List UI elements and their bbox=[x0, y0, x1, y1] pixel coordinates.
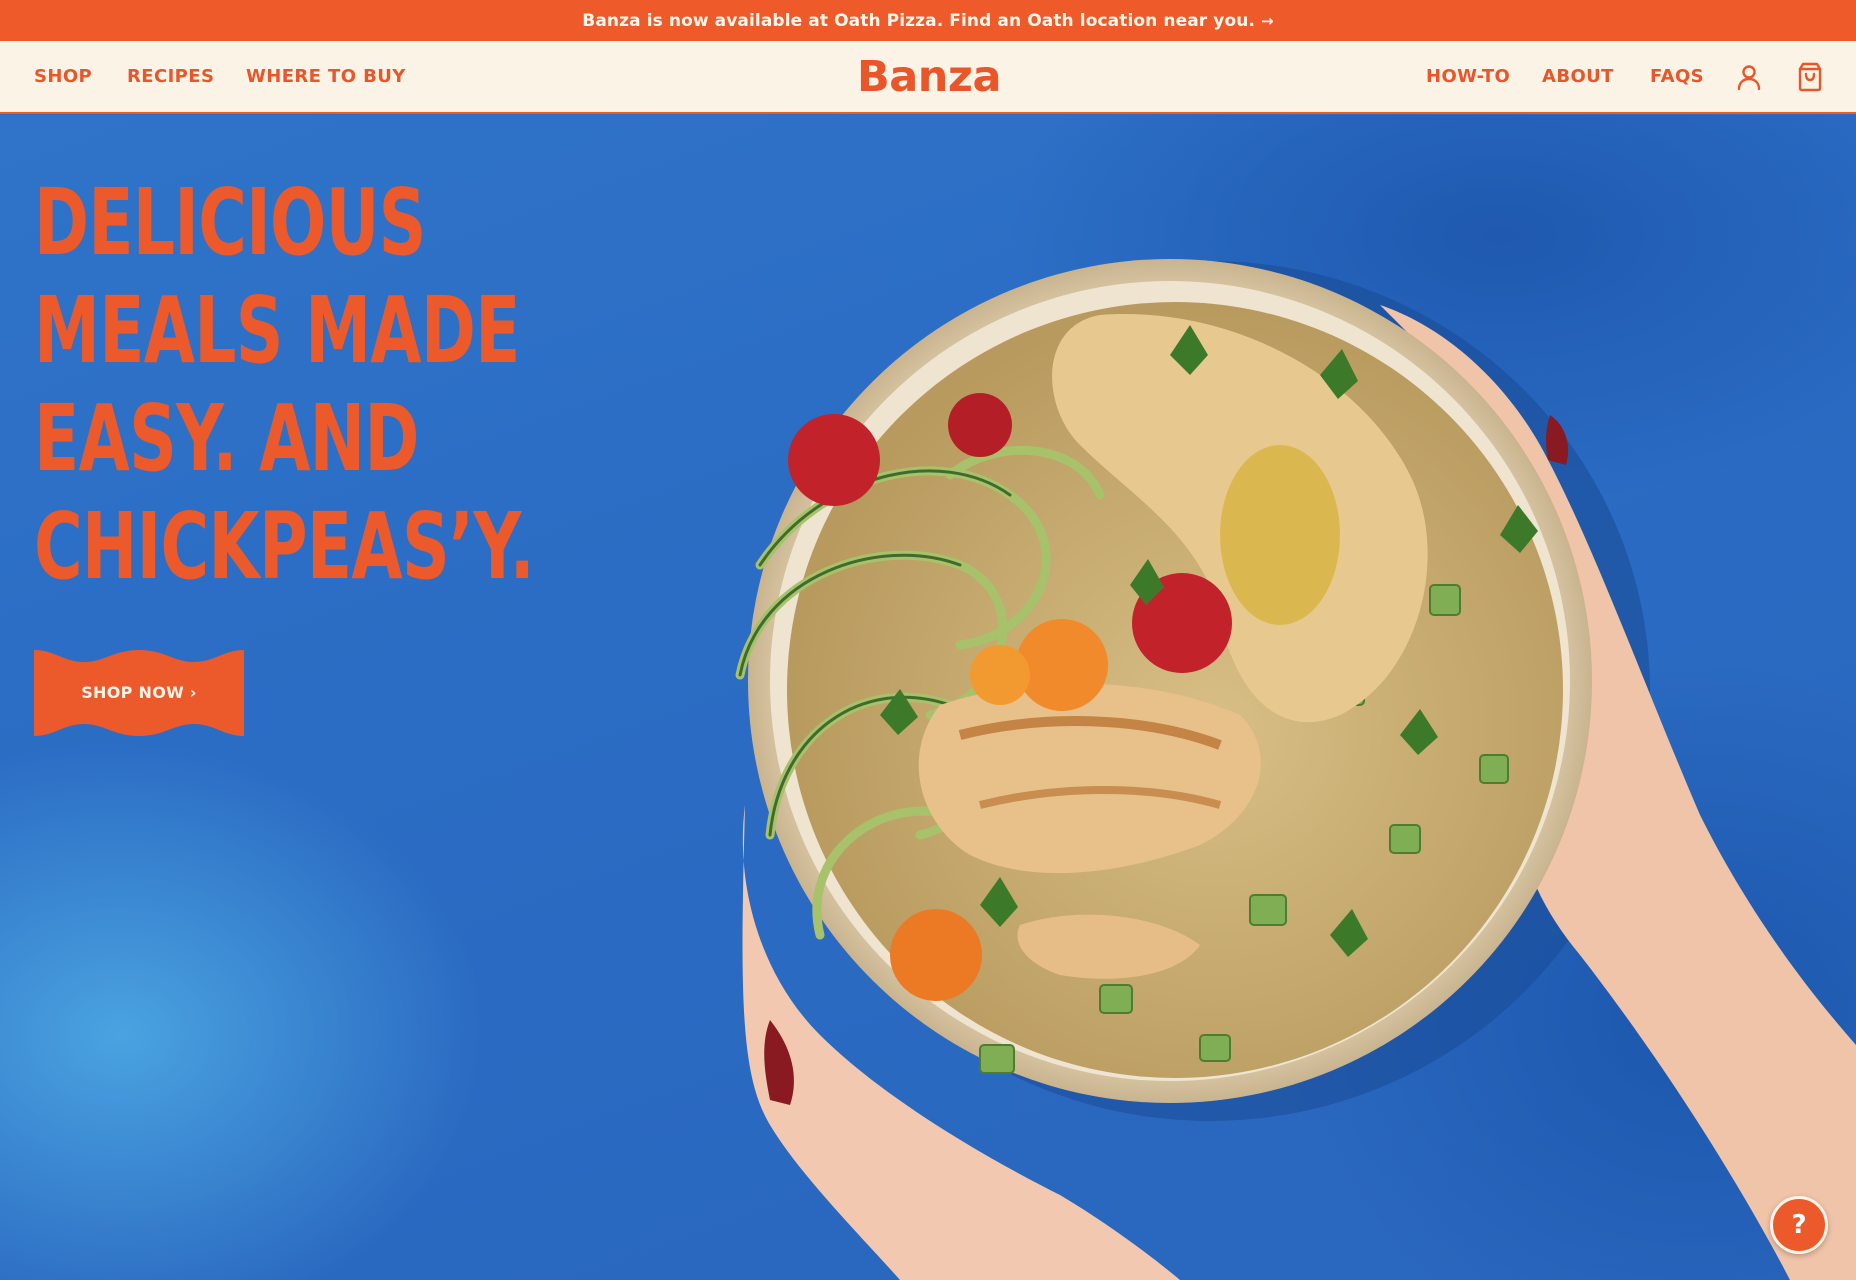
arrow-right-icon: → bbox=[1261, 11, 1274, 30]
shop-now-label: SHOP NOW › bbox=[81, 682, 197, 702]
nav-link-recipes[interactable]: RECIPES bbox=[127, 41, 214, 112]
banza-logo[interactable]: Banza bbox=[856, 49, 1002, 105]
nav-link-how-to[interactable]: HOW-TO bbox=[1426, 41, 1510, 112]
hero-headline-line-2: MEALS MADE bbox=[34, 277, 520, 384]
announcement-bar[interactable]: Banza is now available at Oath Pizza. Fi… bbox=[0, 0, 1856, 41]
announcement-text: Banza is now available at Oath Pizza. Fi… bbox=[582, 10, 1256, 31]
hero-headline-line-1: DELICIOUS bbox=[34, 169, 426, 276]
shopping-bag-icon[interactable] bbox=[1794, 61, 1826, 93]
nav-link-shop[interactable]: SHOP bbox=[34, 41, 92, 112]
hero-headline-line-3: EASY. AND bbox=[34, 385, 419, 492]
hero-section: DELICIOUS MEALS MADE EASY. AND CHICKPEAS… bbox=[0, 115, 1856, 1280]
hero-headline-line-4: CHICKPEAS’Y. bbox=[34, 493, 535, 600]
nav-link-faqs[interactable]: FAQS bbox=[1650, 41, 1704, 112]
main-navigation: SHOP RECIPES WHERE TO BUY Banza HOW-TO A… bbox=[0, 41, 1856, 114]
hero-headline: DELICIOUS MEALS MADE EASY. AND CHICKPEAS… bbox=[34, 169, 535, 601]
help-button[interactable]: ? bbox=[1770, 1196, 1828, 1254]
user-icon[interactable] bbox=[1733, 61, 1765, 93]
shop-now-button[interactable]: SHOP NOW › bbox=[34, 648, 244, 738]
nav-link-about[interactable]: ABOUT bbox=[1542, 41, 1614, 112]
nav-link-where-to-buy[interactable]: WHERE TO BUY bbox=[246, 41, 406, 112]
